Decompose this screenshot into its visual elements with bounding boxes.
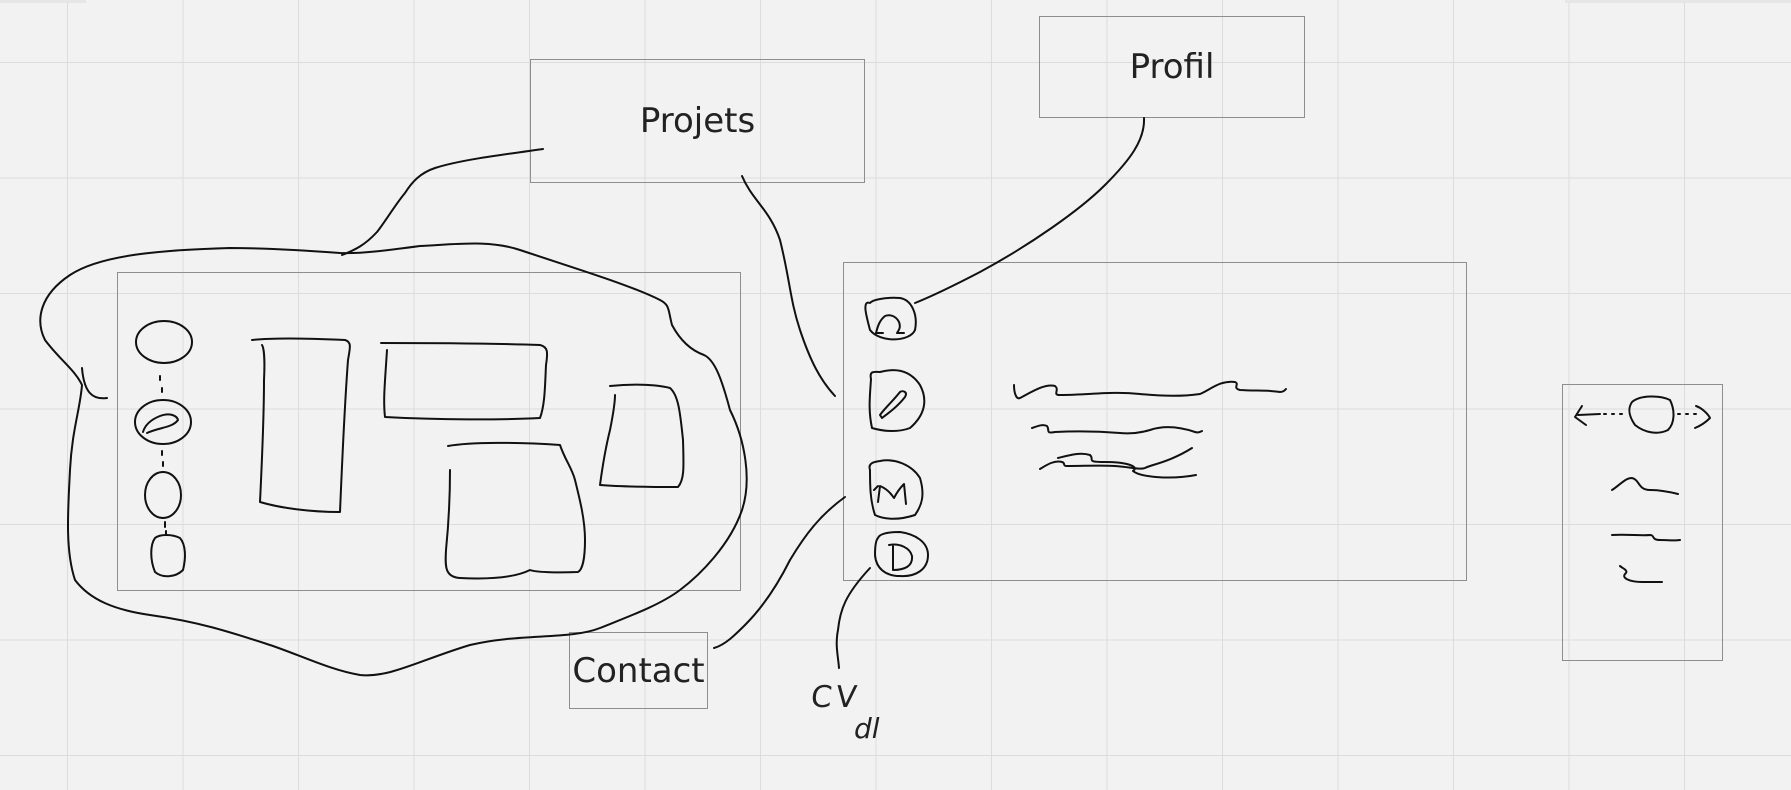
lasso-tick [81, 367, 108, 400]
dl-label: dl [854, 712, 880, 745]
d-glyph [888, 543, 914, 571]
pencil-glyph [879, 390, 907, 419]
project-card [251, 337, 351, 513]
pencil-circle-icon [868, 369, 926, 432]
mobile-line-scribble [1619, 565, 1663, 583]
whiteboard-canvas[interactable]: Projets Profil Contact CV dl [0, 0, 1791, 790]
project-thumb-circle [135, 320, 193, 364]
dotted-connector [159, 375, 163, 393]
mobile-next-arrow [1694, 405, 1711, 429]
omega-glyph [875, 314, 905, 334]
project-thumb-circle [150, 534, 186, 578]
project-thumb-circle [144, 471, 182, 519]
mobile-avatar [1628, 395, 1675, 434]
project-card [599, 383, 685, 488]
connector-profil-to-icon [914, 117, 1146, 304]
mail-glyph [873, 483, 907, 505]
freehand-sketch-layer [39, 117, 1711, 677]
lasso-outline [39, 242, 748, 677]
cv-label: CV [809, 680, 863, 715]
project-thumb-circle-selected [134, 399, 192, 445]
profile-line-scribble [1031, 424, 1203, 435]
connector-cv-to-icon [835, 567, 871, 669]
project-card [380, 342, 549, 421]
profile-name-scribble [1013, 380, 1287, 400]
connector-contact-to-mail [713, 496, 846, 649]
dotted-connector [161, 450, 164, 467]
mobile-line-scribble [1611, 533, 1681, 542]
connector-projets-to-profile [741, 175, 836, 397]
project-card [444, 441, 586, 580]
mobile-prev-arrow [1574, 405, 1601, 426]
edit-stroke-icon [142, 413, 179, 434]
profile-line-scribble [1039, 447, 1193, 470]
mobile-line-scribble [1611, 477, 1679, 495]
connector-projets-to-projects [341, 148, 544, 256]
dotted-connector [164, 521, 167, 536]
mail-icon [868, 459, 924, 520]
omega-icon [864, 296, 917, 341]
